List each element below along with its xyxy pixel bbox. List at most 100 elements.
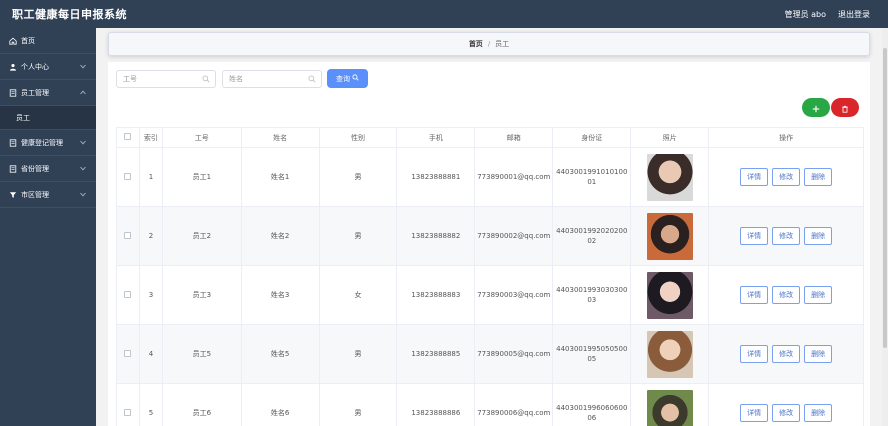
cell-id-card: 440300199505050005 bbox=[556, 345, 628, 363]
cell-name: 姓名3 bbox=[240, 265, 320, 325]
cell-employee-no: 员工5 bbox=[161, 324, 242, 384]
cell-email: 773890002@qq.com bbox=[474, 206, 554, 266]
query-button-label: 查询 bbox=[336, 74, 350, 83]
sidebar-subitem-employee[interactable]: 员工 bbox=[0, 106, 96, 130]
select-all-checkbox[interactable] bbox=[124, 133, 132, 140]
table-row: 2 员工2 姓名2 男 13823888882 773890002@qq.com… bbox=[116, 206, 864, 266]
sidebar: 首页 个人中心 员工管理 员工 健康登记管理 省份管理 市区管理 bbox=[0, 28, 96, 426]
cell-name: 姓名1 bbox=[240, 147, 320, 207]
user-icon bbox=[8, 62, 17, 71]
column-header: 操作 bbox=[708, 127, 864, 148]
detail-button[interactable]: 详情 bbox=[740, 404, 769, 422]
column-header: 照片 bbox=[630, 127, 710, 148]
detail-button[interactable]: 详情 bbox=[740, 227, 769, 245]
sidebar-item-label: 健康登记管理 bbox=[21, 138, 63, 147]
cell-gender: 男 bbox=[318, 324, 398, 384]
main-content: 首页 / 员工 工号 姓名 查询 索引 工号 姓名 性别 手机 邮箱 身份证 照… bbox=[96, 28, 888, 426]
employee-photo bbox=[646, 389, 693, 426]
cell-index: 2 bbox=[138, 206, 163, 266]
cell-email: 773890005@qq.com bbox=[474, 324, 554, 384]
breadcrumb: 首页 / 员工 bbox=[108, 32, 870, 56]
detail-button[interactable]: 详情 bbox=[740, 168, 769, 186]
chevron-down-icon bbox=[80, 63, 86, 71]
cell-gender: 男 bbox=[318, 147, 398, 207]
sidebar-item-health-registration[interactable]: 健康登记管理 bbox=[0, 130, 96, 156]
edit-button[interactable]: 修改 bbox=[772, 286, 801, 304]
sidebar-item-label: 省份管理 bbox=[21, 164, 49, 173]
delete-button[interactable]: 删除 bbox=[804, 286, 833, 304]
employee-panel: 工号 姓名 查询 索引 工号 姓名 性别 手机 邮箱 身份证 照片 操作 1 员… bbox=[108, 62, 870, 426]
delete-button[interactable]: 删除 bbox=[804, 227, 833, 245]
cell-index: 3 bbox=[138, 265, 163, 325]
table-row: 4 员工5 姓名5 男 13823888885 773890005@qq.com… bbox=[116, 324, 864, 384]
cell-gender: 男 bbox=[318, 206, 398, 266]
employee-photo bbox=[646, 212, 693, 260]
column-header: 手机 bbox=[396, 127, 476, 148]
cell-index: 4 bbox=[138, 324, 163, 384]
delete-button[interactable]: 删除 bbox=[804, 404, 833, 422]
detail-button[interactable]: 详情 bbox=[740, 345, 769, 363]
cell-phone: 13823888883 bbox=[396, 265, 476, 325]
sidebar-item-label: 首页 bbox=[21, 36, 35, 45]
page-scrollbar[interactable] bbox=[882, 28, 888, 426]
table-row: 1 员工1 姓名1 男 13823888881 773890001@qq.com… bbox=[116, 147, 864, 207]
edit-button[interactable]: 修改 bbox=[772, 404, 801, 422]
sidebar-item-label: 市区管理 bbox=[21, 190, 49, 199]
row-checkbox[interactable] bbox=[124, 290, 132, 298]
column-header: 邮箱 bbox=[474, 127, 554, 148]
cell-employee-no: 员工2 bbox=[161, 206, 242, 266]
home-icon bbox=[8, 36, 17, 45]
breadcrumb-current: 员工 bbox=[495, 40, 510, 48]
edit-button[interactable]: 修改 bbox=[772, 227, 801, 245]
cell-email: 773890003@qq.com bbox=[474, 265, 554, 325]
employee-photo bbox=[646, 271, 693, 319]
plus-icon bbox=[812, 98, 820, 117]
name-search-input[interactable]: 姓名 bbox=[222, 70, 322, 88]
select-all-cell[interactable] bbox=[116, 127, 140, 148]
search-icon bbox=[352, 74, 359, 83]
funnel-icon bbox=[8, 190, 17, 199]
doc-icon bbox=[8, 138, 17, 147]
employee-photo bbox=[646, 153, 693, 201]
add-button[interactable] bbox=[802, 98, 830, 117]
batch-delete-button[interactable] bbox=[831, 98, 859, 117]
cell-phone: 13823888886 bbox=[396, 383, 476, 426]
row-checkbox[interactable] bbox=[124, 231, 132, 239]
current-user-label: 管理员 abo bbox=[784, 9, 826, 19]
query-button[interactable]: 查询 bbox=[327, 69, 368, 88]
logout-link[interactable]: 退出登录 bbox=[838, 9, 870, 20]
sidebar-item-province-management[interactable]: 省份管理 bbox=[0, 156, 96, 182]
scrollbar-thumb[interactable] bbox=[883, 48, 887, 348]
sidebar-item-home[interactable]: 首页 bbox=[0, 28, 96, 54]
chevron-down-icon bbox=[80, 165, 86, 173]
edit-button[interactable]: 修改 bbox=[772, 168, 801, 186]
cell-gender: 男 bbox=[318, 383, 398, 426]
delete-button[interactable]: 删除 bbox=[804, 168, 833, 186]
cell-name: 姓名6 bbox=[240, 383, 320, 426]
cell-phone: 13823888885 bbox=[396, 324, 476, 384]
delete-button[interactable]: 删除 bbox=[804, 345, 833, 363]
cell-phone: 13823888881 bbox=[396, 147, 476, 207]
breadcrumb-home[interactable]: 首页 bbox=[469, 39, 483, 49]
sidebar-item-label: 员工管理 bbox=[21, 88, 49, 97]
row-checkbox[interactable] bbox=[124, 408, 132, 416]
table-row: 5 员工6 姓名6 男 13823888886 773890006@qq.com… bbox=[116, 383, 864, 426]
cell-employee-no: 员工1 bbox=[161, 147, 242, 207]
table-header-row: 索引 工号 姓名 性别 手机 邮箱 身份证 照片 操作 bbox=[116, 127, 864, 148]
edit-button[interactable]: 修改 bbox=[772, 345, 801, 363]
cell-employee-no: 员工3 bbox=[161, 265, 242, 325]
trash-icon bbox=[841, 98, 849, 117]
sidebar-item-employee-management[interactable]: 员工管理 bbox=[0, 80, 96, 106]
sidebar-item-personal-center[interactable]: 个人中心 bbox=[0, 54, 96, 80]
row-checkbox[interactable] bbox=[124, 172, 132, 180]
detail-button[interactable]: 详情 bbox=[740, 286, 769, 304]
cell-id-card: 440300199202020002 bbox=[556, 227, 628, 245]
cell-id-card: 440300199606060006 bbox=[556, 404, 628, 422]
sidebar-item-city-management[interactable]: 市区管理 bbox=[0, 182, 96, 208]
row-checkbox[interactable] bbox=[124, 349, 132, 357]
cell-index: 5 bbox=[138, 383, 163, 426]
doc-icon bbox=[8, 88, 17, 97]
column-header: 身份证 bbox=[552, 127, 632, 148]
employee-table: 索引 工号 姓名 性别 手机 邮箱 身份证 照片 操作 1 员工1 姓名1 男 … bbox=[116, 127, 864, 426]
employee-no-search-input[interactable]: 工号 bbox=[116, 70, 216, 88]
